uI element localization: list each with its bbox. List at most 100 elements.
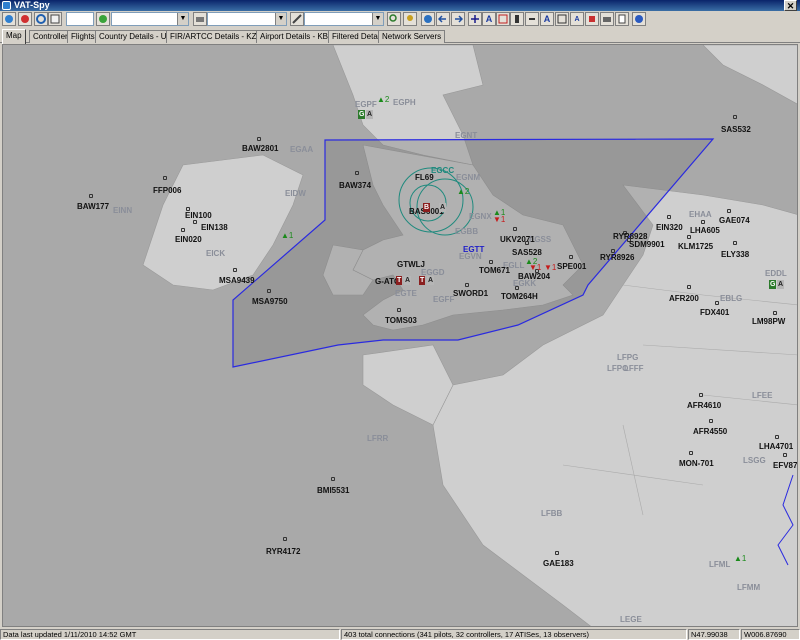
flight-label[interactable]: LM98PW [752, 317, 785, 326]
aircraft-icon[interactable] [331, 477, 335, 481]
go-icon[interactable] [96, 12, 110, 26]
flight-label[interactable]: LHA605 [690, 226, 720, 235]
flight-label[interactable]: AFR4610 [687, 401, 721, 410]
aircraft-icon[interactable] [775, 435, 779, 439]
ground-badge[interactable]: G [358, 110, 366, 119]
flight-label[interactable]: BMI5531 [317, 486, 349, 495]
airport-icon[interactable] [290, 12, 304, 26]
tower-badge[interactable]: T [396, 276, 403, 285]
aircraft-icon[interactable] [699, 393, 703, 397]
refresh-icon[interactable] [34, 12, 48, 26]
label-toggle-a[interactable]: A [482, 12, 496, 26]
flight-label[interactable]: AFR200 [669, 294, 699, 303]
flight-label[interactable]: TOMS03 [385, 316, 417, 325]
flight-label[interactable]: FDX401 [700, 308, 729, 317]
aircraft-icon[interactable] [667, 215, 671, 219]
close-button[interactable]: ✕ [784, 0, 797, 11]
aircraft-icon[interactable] [709, 419, 713, 423]
flight-label[interactable]: FL69 [415, 173, 434, 182]
aircraft-icon[interactable] [163, 176, 167, 180]
atis-icon[interactable] [510, 12, 524, 26]
tab-flights[interactable]: Flights [67, 30, 99, 43]
flight-label[interactable]: GTWLJ [397, 260, 425, 269]
aircraft-icon[interactable] [233, 268, 237, 272]
flight-label[interactable]: EIN100 [185, 211, 212, 220]
flight-label[interactable]: KLM1725 [678, 242, 713, 251]
atis-badge[interactable]: A [427, 276, 435, 285]
aircraft-icon[interactable] [689, 451, 693, 455]
flight-label[interactable]: GAE074 [719, 216, 750, 225]
flight-label[interactable]: TOM671 [479, 266, 510, 275]
flight-label[interactable]: EFV87 [773, 461, 797, 470]
flight-label[interactable]: SAS532 [721, 125, 751, 134]
aircraft-icon[interactable] [773, 311, 777, 315]
flight-label[interactable]: GAE183 [543, 559, 574, 568]
aircraft-icon[interactable] [783, 453, 787, 457]
aircraft-icon[interactable] [727, 209, 731, 213]
flight-label[interactable]: SAS528 [512, 248, 542, 257]
flight-label[interactable]: BAW374 [339, 181, 371, 190]
flight-label[interactable]: MSA9750 [252, 297, 288, 306]
aircraft-icon[interactable] [555, 551, 559, 555]
aircraft-icon[interactable] [181, 228, 185, 232]
sector-box-icon[interactable] [496, 12, 510, 26]
flight-label[interactable]: BAW2801 [242, 144, 278, 153]
stop-icon[interactable] [18, 12, 32, 26]
aircraft-icon[interactable] [701, 220, 705, 224]
flight-label[interactable]: TOM264H [501, 292, 538, 301]
controller-select[interactable]: ▼ [207, 12, 287, 26]
atis-badge[interactable]: A [366, 110, 374, 119]
tower-badge[interactable]: T [419, 276, 426, 285]
aircraft-icon[interactable] [513, 227, 517, 231]
flight-label[interactable]: SDM9901 [629, 240, 665, 249]
map-canvas[interactable]: EGTT EGCC EGPF EGPH EGNT EGAA EIDW EINN … [2, 44, 798, 627]
flight-label[interactable]: ELY338 [721, 250, 749, 259]
flight-label[interactable]: FFP006 [153, 186, 181, 195]
aircraft-icon[interactable] [733, 115, 737, 119]
flight-label[interactable]: SWORD1 [453, 289, 488, 298]
ground-badge[interactable]: G [769, 280, 777, 289]
aircraft-icon[interactable] [733, 241, 737, 245]
aircraft-icon[interactable] [193, 220, 197, 224]
flight-label[interactable]: RYR8926 [600, 253, 634, 262]
controller-icon[interactable] [193, 12, 207, 26]
search-icon[interactable] [387, 12, 401, 26]
aircraft-icon[interactable] [283, 537, 287, 541]
aircraft-icon[interactable] [465, 283, 469, 287]
callsign-input[interactable] [66, 12, 94, 26]
flight-label[interactable]: EIN020 [175, 235, 202, 244]
tab-map[interactable]: Map [2, 29, 26, 44]
aircraft-icon[interactable] [397, 308, 401, 312]
atis-badge[interactable]: A [777, 280, 785, 289]
help-icon[interactable] [632, 12, 646, 26]
label-toggle-c[interactable]: A [570, 12, 584, 26]
forward-arrow-icon[interactable] [451, 12, 465, 26]
document-icon[interactable] [615, 12, 629, 26]
flight-label[interactable]: BAW177 [77, 202, 109, 211]
aircraft-icon[interactable] [257, 137, 261, 141]
map-icon[interactable] [48, 12, 62, 26]
tab-network-servers[interactable]: Network Servers [378, 30, 446, 43]
atis-badge[interactable]: A [439, 203, 447, 212]
flight-label[interactable]: UKV2071 [500, 235, 535, 244]
flight-label[interactable]: MON-701 [679, 459, 714, 468]
print-icon[interactable] [600, 12, 614, 26]
world-icon[interactable] [421, 12, 435, 26]
label-toggle-b[interactable]: A [540, 12, 554, 26]
filter-icon[interactable] [585, 12, 599, 26]
minus-icon[interactable] [525, 12, 539, 26]
aircraft-icon[interactable] [267, 289, 271, 293]
aircraft-icon[interactable] [715, 301, 719, 305]
aircraft-icon[interactable] [687, 235, 691, 239]
aircraft-icon[interactable] [489, 260, 493, 264]
flight-label[interactable]: RYR4172 [266, 547, 300, 556]
atis-badge[interactable]: A [404, 276, 412, 285]
flight-label[interactable]: MSA9439 [219, 276, 255, 285]
aircraft-icon[interactable] [468, 12, 482, 26]
aircraft-icon[interactable] [569, 255, 573, 259]
pilot-select[interactable]: ▼ [111, 12, 189, 26]
aircraft-icon[interactable] [525, 241, 529, 245]
tower-badge[interactable]: B [423, 203, 431, 212]
flight-label[interactable]: EIN138 [201, 223, 228, 232]
grid-icon[interactable] [555, 12, 569, 26]
